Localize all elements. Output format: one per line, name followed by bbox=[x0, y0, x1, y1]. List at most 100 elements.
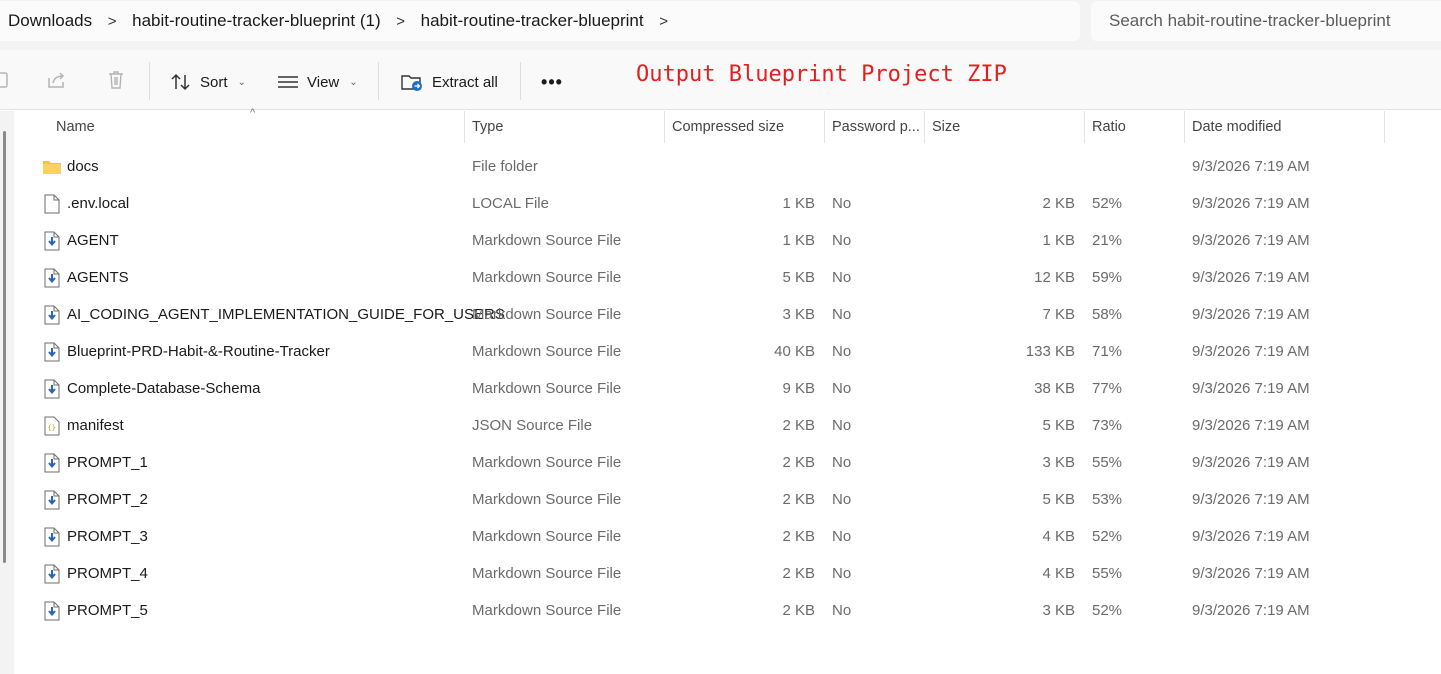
column-header-password-protected[interactable]: Password p... bbox=[832, 111, 922, 143]
file-ratio: 71% bbox=[1092, 343, 1123, 360]
address-bar: Downloads > habit-routine-tracker-bluepr… bbox=[0, 0, 1441, 50]
breadcrumb-item-current-folder[interactable]: habit-routine-tracker-blueprint bbox=[421, 11, 644, 31]
file-type: File folder bbox=[472, 158, 538, 175]
column-header-ratio[interactable]: Ratio bbox=[1092, 111, 1182, 143]
file-size: 12 KB bbox=[1034, 269, 1075, 286]
table-row[interactable]: AGENTS Markdown Source File 5 KB No 12 KB 59%… bbox=[14, 259, 1441, 296]
table-row[interactable]: {} manifest JSON Source File 2 KB No 5 KB 73% 9… bbox=[14, 407, 1441, 444]
file-type: JSON Source File bbox=[472, 417, 593, 434]
navigation-pane-edge bbox=[0, 111, 14, 674]
file-name: PROMPT_2 bbox=[67, 491, 148, 508]
breadcrumb-item-parent-folder[interactable]: habit-routine-tracker-blueprint (1) bbox=[132, 11, 381, 31]
column-header-type[interactable]: Type bbox=[472, 111, 662, 143]
markdown-file-icon bbox=[42, 267, 62, 289]
markdown-file-icon bbox=[42, 452, 62, 474]
file-password-protected: No bbox=[832, 528, 852, 545]
file-size: 133 KB bbox=[1025, 343, 1075, 360]
table-row[interactable]: .env.local LOCAL File 1 KB No 2 KB 52% 9/3/202… bbox=[14, 185, 1441, 222]
extract-icon bbox=[401, 75, 422, 91]
file-date-modified: 9/3/2026 7:19 AM bbox=[1192, 158, 1310, 175]
table-row[interactable]: PROMPT_5 Markdown Source File 2 KB No 3 KB 52… bbox=[14, 592, 1441, 629]
file-size: 38 KB bbox=[1034, 380, 1075, 397]
file-size: 7 KB bbox=[1042, 306, 1075, 323]
extract-all-button[interactable]: Extract all bbox=[400, 64, 498, 100]
file-type: Markdown Source File bbox=[472, 269, 622, 286]
markdown-file-icon bbox=[42, 489, 62, 511]
file-type: Markdown Source File bbox=[472, 528, 622, 545]
file-name: AI_CODING_AGENT_IMPLEMENTATION_GUIDE_FOR… bbox=[67, 306, 505, 323]
file-date-modified: 9/3/2026 7:19 AM bbox=[1192, 602, 1310, 619]
share-icon[interactable] bbox=[40, 64, 72, 96]
file-name: AGENTS bbox=[67, 269, 129, 286]
file-list: docs File folder 9/3/2026 7:19 AM .env.loca… bbox=[14, 148, 1441, 629]
markdown-file-icon bbox=[42, 230, 62, 252]
breadcrumb[interactable]: Downloads > habit-routine-tracker-bluepr… bbox=[0, 1, 1080, 41]
file-ratio: 58% bbox=[1092, 306, 1123, 323]
table-row[interactable]: docs File folder 9/3/2026 7:19 AM bbox=[14, 148, 1441, 185]
chevron-right-icon[interactable]: > bbox=[92, 13, 132, 30]
file-name: PROMPT_3 bbox=[67, 528, 148, 545]
file-date-modified: 9/3/2026 7:19 AM bbox=[1192, 417, 1310, 434]
table-row[interactable]: PROMPT_1 Markdown Source File 2 KB No 3 KB 55… bbox=[14, 444, 1441, 481]
sort-label: Sort bbox=[200, 73, 228, 91]
file-password-protected: No bbox=[832, 565, 852, 582]
chevron-right-icon[interactable]: > bbox=[644, 13, 684, 30]
file-size: 3 KB bbox=[1042, 602, 1075, 619]
file-compressed-size: 40 KB bbox=[774, 343, 815, 360]
file-compressed-size: 1 KB bbox=[782, 195, 815, 212]
column-header-date-modified[interactable]: Date modified bbox=[1192, 111, 1382, 143]
scrollbar-thumb[interactable] bbox=[3, 131, 6, 563]
table-row[interactable]: PROMPT_3 Markdown Source File 2 KB No 4 KB 52… bbox=[14, 518, 1441, 555]
file-name: PROMPT_5 bbox=[67, 602, 148, 619]
markdown-file-icon bbox=[42, 563, 62, 585]
table-row[interactable]: AGENT Markdown Source File 1 KB No 1 KB 21% 9/… bbox=[14, 222, 1441, 259]
file-password-protected: No bbox=[832, 417, 852, 434]
file-compressed-size: 2 KB bbox=[782, 491, 815, 508]
table-row[interactable]: Blueprint-PRD-Habit-&-Routine-Tracker Mar… bbox=[14, 333, 1441, 370]
file-size: 5 KB bbox=[1042, 417, 1075, 434]
sort-button[interactable]: Sort ⌄ bbox=[170, 64, 246, 100]
file-ratio: 52% bbox=[1092, 195, 1123, 212]
column-separator bbox=[464, 111, 465, 143]
file-compressed-size: 5 KB bbox=[782, 269, 815, 286]
file-compressed-size: 2 KB bbox=[782, 565, 815, 582]
toolbar-divider bbox=[378, 62, 379, 100]
sort-icon bbox=[171, 73, 190, 91]
markdown-file-icon bbox=[42, 526, 62, 548]
markdown-file-icon bbox=[42, 378, 62, 400]
table-row[interactable]: PROMPT_4 Markdown Source File 2 KB No 4 KB 55… bbox=[14, 555, 1441, 592]
breadcrumb-item-downloads[interactable]: Downloads bbox=[8, 11, 92, 31]
file-type: Markdown Source File bbox=[472, 565, 622, 582]
more-options-button[interactable]: ••• bbox=[536, 64, 568, 100]
file-type: Markdown Source File bbox=[472, 602, 622, 619]
file-size: 1 KB bbox=[1042, 232, 1075, 249]
search-input[interactable] bbox=[1109, 11, 1439, 31]
table-row[interactable]: Complete-Database-Schema Markdown Source … bbox=[14, 370, 1441, 407]
delete-icon[interactable] bbox=[100, 64, 132, 96]
folder-icon bbox=[42, 156, 62, 178]
table-row[interactable]: AI_CODING_AGENT_IMPLEMENTATION_GUIDE_FOR… bbox=[14, 296, 1441, 333]
table-row[interactable]: PROMPT_2 Markdown Source File 2 KB No 5 KB 53… bbox=[14, 481, 1441, 518]
column-header-name[interactable]: Name bbox=[56, 111, 456, 143]
column-header-size[interactable]: Size bbox=[932, 111, 1082, 143]
file-compressed-size: 9 KB bbox=[782, 380, 815, 397]
column-header-compressed-size[interactable]: Compressed size bbox=[672, 111, 822, 143]
file-size: 2 KB bbox=[1042, 195, 1075, 212]
toolbar-divider bbox=[520, 62, 521, 100]
file-password-protected: No bbox=[832, 380, 852, 397]
view-label: View bbox=[307, 73, 340, 91]
view-button[interactable]: View ⌄ bbox=[277, 64, 358, 100]
file-date-modified: 9/3/2026 7:19 AM bbox=[1192, 565, 1310, 582]
file-ratio: 53% bbox=[1092, 491, 1123, 508]
file-size: 4 KB bbox=[1042, 528, 1075, 545]
chevron-right-icon[interactable]: > bbox=[381, 13, 421, 30]
file-password-protected: No bbox=[832, 491, 852, 508]
search-box[interactable] bbox=[1091, 1, 1441, 41]
file-icon bbox=[42, 193, 62, 215]
file-compressed-size: 2 KB bbox=[782, 454, 815, 471]
file-date-modified: 9/3/2026 7:19 AM bbox=[1192, 195, 1310, 212]
file-type: Markdown Source File bbox=[472, 306, 622, 323]
file-compressed-size: 2 KB bbox=[782, 602, 815, 619]
copy-icon[interactable] bbox=[0, 64, 18, 96]
file-password-protected: No bbox=[832, 195, 852, 212]
